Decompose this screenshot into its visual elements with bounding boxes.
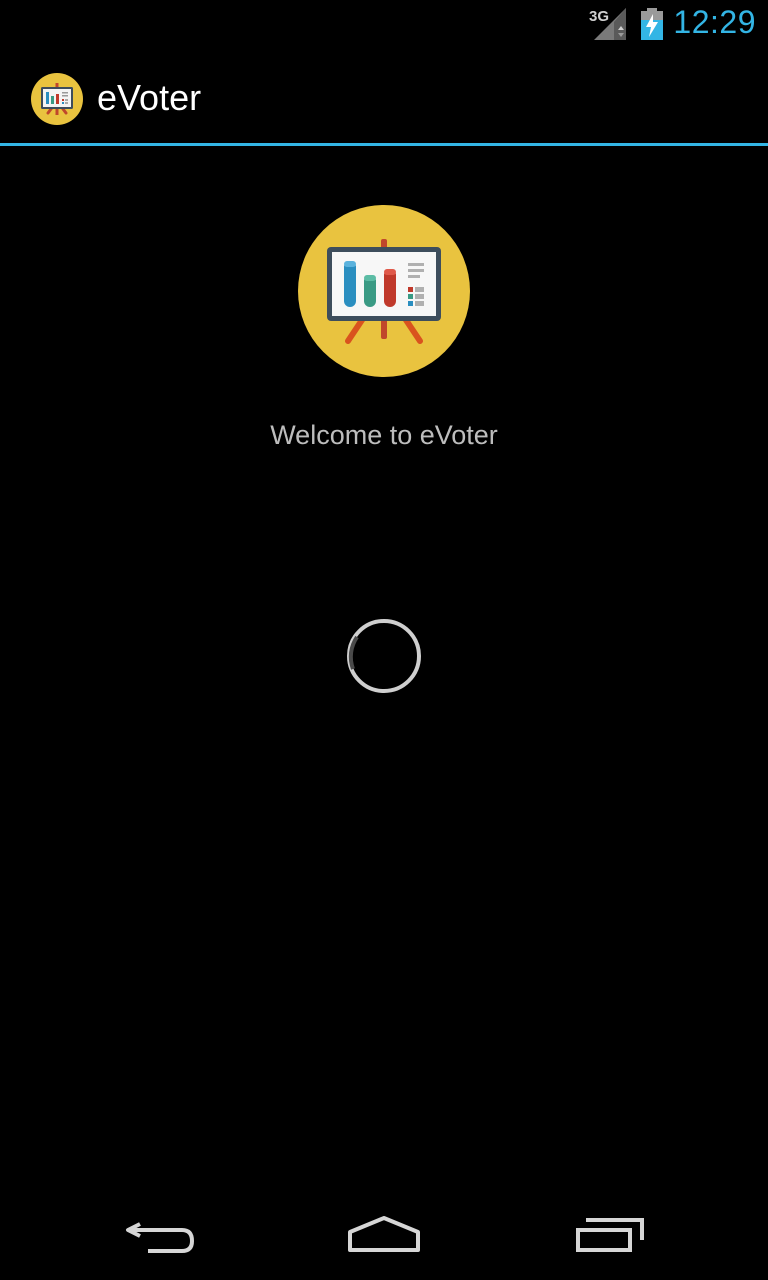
status-clock: 12:29 [673, 4, 756, 40]
home-button[interactable] [336, 1204, 432, 1260]
network-type-label: 3G [589, 8, 610, 25]
app-icon[interactable] [31, 73, 83, 125]
battery-charging-icon [641, 8, 663, 40]
recent-apps-button[interactable] [562, 1204, 658, 1260]
action-bar-divider [0, 143, 768, 146]
action-bar: eVoter [0, 50, 768, 146]
navigation-bar [0, 1184, 768, 1280]
back-icon [126, 1222, 195, 1253]
back-button[interactable] [112, 1204, 208, 1260]
presentation-board-icon [298, 205, 470, 377]
spinner-icon [347, 619, 421, 693]
home-icon [348, 1216, 420, 1252]
status-bar: 3G 12:29 [0, 0, 768, 50]
welcome-text: Welcome to eVoter [270, 420, 498, 450]
recent-apps-icon [576, 1218, 644, 1252]
app-title: eVoter [97, 77, 202, 118]
